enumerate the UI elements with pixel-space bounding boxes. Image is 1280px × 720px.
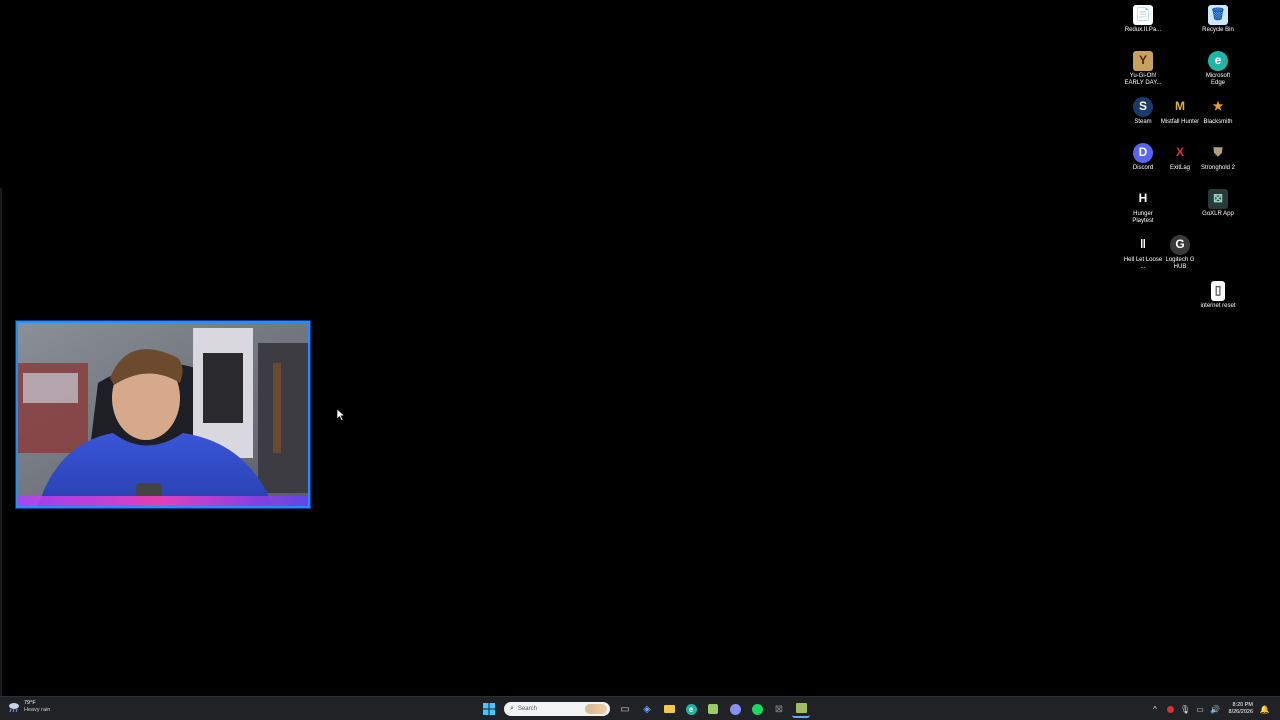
desktop-icon-stronghold[interactable]: ⛊ Stronghold 2 bbox=[1198, 143, 1238, 172]
webcam-overlay bbox=[16, 321, 310, 508]
taskbar: 79°F Heavy rain ⌕ Search ▭ ◈ e ⊠ ^ 🎙 ▭ 🔊… bbox=[0, 696, 1280, 720]
mouse-cursor-icon bbox=[337, 409, 345, 421]
task-view-button[interactable]: ▭ bbox=[616, 700, 634, 718]
goxlr-icon: ⊠ bbox=[1208, 189, 1228, 209]
stronghold-icon: ⛊ bbox=[1208, 143, 1228, 163]
clock-time: 8:20 PM bbox=[1232, 701, 1253, 708]
search-highlight-image bbox=[585, 704, 607, 714]
hell-let-loose-icon: ‖ bbox=[1133, 235, 1153, 255]
redux-file-icon: 📄 bbox=[1133, 5, 1153, 25]
internet-reset-icon: ▯ bbox=[1211, 281, 1225, 301]
search-icon: ⌕ bbox=[510, 705, 514, 712]
microphone-icon[interactable]: 🎙 bbox=[1180, 704, 1191, 715]
desktop-icon-redux[interactable]: 📄 Redux.II.Pa... bbox=[1123, 5, 1163, 34]
blacksmith-icon: ★ bbox=[1208, 97, 1228, 117]
desktop-icon-recycle-bin[interactable]: 🗑 Recycle Bin bbox=[1198, 5, 1238, 34]
discord-taskbar-button[interactable] bbox=[726, 700, 744, 718]
file-explorer-button[interactable] bbox=[660, 700, 678, 718]
edge-taskbar-icon: e bbox=[685, 703, 697, 715]
weather-condition: Heavy rain bbox=[24, 706, 51, 713]
game-taskbar-button[interactable] bbox=[792, 700, 810, 718]
tray-chevron-icon[interactable]: ^ bbox=[1150, 704, 1161, 715]
store-icon bbox=[708, 704, 718, 714]
weather-temp: 79°F bbox=[24, 700, 36, 706]
mistfall-icon: M bbox=[1170, 97, 1190, 117]
goxlr-taskbar-icon: ⊠ bbox=[774, 703, 784, 715]
search-placeholder: Search bbox=[517, 706, 537, 712]
screen-edge bbox=[0, 188, 2, 696]
rain-cloud-icon bbox=[9, 702, 19, 712]
webcam-image bbox=[18, 323, 308, 506]
widgets-button[interactable]: ◈ bbox=[638, 700, 656, 718]
desktop-icon-internet-reset[interactable]: ▯ internet reset bbox=[1198, 281, 1238, 310]
desktop-icon-hell-let-loose[interactable]: ‖ Hell Let Loose ... bbox=[1123, 235, 1163, 270]
store-button[interactable] bbox=[704, 700, 722, 718]
edge-icon: e bbox=[1208, 51, 1228, 71]
notification-bell-icon[interactable]: 🔔 bbox=[1259, 704, 1270, 715]
system-tray: ^ 🎙 ▭ 🔊 8:20 PM 8/26/2026 🔔 bbox=[1148, 700, 1272, 718]
discord-taskbar-icon bbox=[729, 703, 741, 715]
desktop-icon-hunger[interactable]: H Hunger Playtest bbox=[1123, 189, 1163, 224]
clock[interactable]: 8:20 PM 8/26/2026 bbox=[1229, 702, 1253, 716]
discord-icon: D bbox=[1133, 143, 1153, 163]
start-button[interactable] bbox=[480, 700, 498, 718]
windows-start-icon bbox=[483, 703, 495, 715]
game-taskbar-icon bbox=[795, 703, 807, 713]
desktop-icon-blacksmith[interactable]: ★ Blacksmith bbox=[1198, 97, 1238, 126]
yugioh-icon: Y bbox=[1133, 51, 1153, 71]
desktop-icon-discord[interactable]: D Discord bbox=[1123, 143, 1163, 172]
steam-icon: S bbox=[1133, 97, 1153, 117]
exitlag-icon: X bbox=[1170, 143, 1190, 163]
desktop-icon-exitlag[interactable]: X ExitLag bbox=[1160, 143, 1200, 172]
logitech-icon: G bbox=[1170, 235, 1190, 255]
taskbar-center: ⌕ Search ▭ ◈ e ⊠ bbox=[478, 700, 812, 718]
clock-date: 8/26/2026 bbox=[1228, 709, 1253, 715]
hunger-icon: H bbox=[1133, 189, 1153, 209]
desktop-icon-edge[interactable]: e Microsoft Edge bbox=[1198, 51, 1238, 86]
desktop-icon-mistfall[interactable]: M Mistfall Hunter bbox=[1160, 97, 1200, 126]
tray-app-icon[interactable] bbox=[1165, 704, 1176, 715]
recycle-bin-icon: 🗑 bbox=[1208, 5, 1228, 25]
desktop-icon-yugioh[interactable]: Y Yu-Gi-Oh! EARLY DAY... bbox=[1123, 51, 1163, 86]
desktop: 📄 Redux.II.Pa... 🗑 Recycle Bin Y Yu-Gi-O… bbox=[0, 0, 1280, 696]
network-icon[interactable]: ▭ bbox=[1195, 704, 1206, 715]
desktop-icon-steam[interactable]: S Steam bbox=[1123, 97, 1163, 126]
edge-taskbar-button[interactable]: e bbox=[682, 700, 700, 718]
spotify-icon bbox=[751, 703, 763, 715]
file-explorer-icon bbox=[663, 705, 675, 713]
search-input[interactable]: ⌕ Search bbox=[504, 702, 610, 716]
weather-widget[interactable]: 79°F Heavy rain bbox=[8, 700, 50, 713]
volume-icon[interactable]: 🔊 bbox=[1210, 704, 1221, 715]
widgets-icon: ◈ bbox=[643, 703, 651, 715]
task-view-icon: ▭ bbox=[620, 703, 630, 715]
spotify-button[interactable] bbox=[748, 700, 766, 718]
goxlr-taskbar-button[interactable]: ⊠ bbox=[770, 700, 788, 718]
desktop-icon-goxlr[interactable]: ⊠ GoXLR App bbox=[1198, 189, 1238, 218]
desktop-icon-logitech[interactable]: G Logitech G HUB bbox=[1160, 235, 1200, 270]
